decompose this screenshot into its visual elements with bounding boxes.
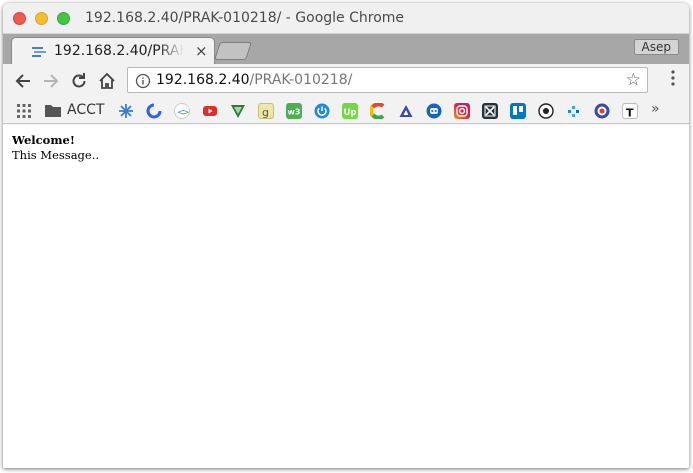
tab-close-icon[interactable]: ×: [195, 42, 208, 60]
instagram-icon[interactable]: [454, 103, 470, 119]
window-title: 192.168.2.40/PRAK-010218/ - Google Chrom…: [85, 10, 405, 26]
svg-text:w3: w3: [288, 108, 301, 117]
reload-button[interactable]: [67, 69, 91, 93]
sync-icon[interactable]: [146, 103, 162, 119]
new-tab-button[interactable]: [214, 42, 252, 60]
chrome-dev-icon[interactable]: < >: [174, 103, 190, 119]
svg-text:Up: Up: [344, 108, 357, 118]
tab-title: 192.168.2.40/PRAK-010218/: [54, 43, 184, 59]
browser-window: 192.168.2.40/PRAK-010218/ - Google Chrom…: [3, 3, 689, 468]
g-letter-icon[interactable]: g: [258, 103, 274, 119]
forward-arrow-icon: [44, 74, 59, 88]
title-bar: 192.168.2.40/PRAK-010218/ - Google Chrom…: [3, 3, 689, 34]
chrome-menu-button[interactable]: [671, 70, 675, 90]
close-window-button[interactable]: [13, 12, 26, 25]
upwork-icon[interactable]: Up: [342, 103, 358, 119]
reload-icon: [72, 73, 86, 88]
back-button[interactable]: [11, 69, 35, 93]
home-icon: [99, 72, 115, 89]
back-arrow-icon: [15, 74, 30, 88]
tab-active[interactable]: 192.168.2.40/PRAK-010218/ ×: [11, 37, 215, 64]
triangle-icon[interactable]: [398, 103, 414, 119]
maximize-window-button[interactable]: [57, 12, 70, 25]
seal-icon[interactable]: [594, 103, 610, 119]
youtube-icon[interactable]: [202, 103, 218, 119]
bookmarks-overflow-icon[interactable]: »: [651, 101, 660, 117]
svg-text:>: >: [182, 108, 190, 118]
page-message: This Message..: [12, 148, 100, 162]
url-host: 192.168.2.40: [156, 72, 250, 88]
vuetify-icon[interactable]: [230, 103, 246, 119]
robot-icon[interactable]: [426, 103, 442, 119]
home-button[interactable]: [95, 69, 119, 93]
t-letter-icon[interactable]: T: [622, 103, 638, 120]
info-icon[interactable]: [135, 73, 151, 89]
tab-strip: 192.168.2.40/PRAK-010218/ × Asep: [3, 34, 689, 64]
folder-icon[interactable]: [45, 104, 61, 117]
page-content: Welcome! This Message..: [3, 125, 689, 468]
bookmarks-bar: ACCT < > g w3 Up T »: [3, 97, 689, 124]
toolbar: 192.168.2.40/PRAK-010218/ ☆: [3, 64, 689, 97]
apps-grid-icon[interactable]: [17, 104, 31, 118]
x-box-icon[interactable]: [482, 103, 498, 119]
svg-text:T: T: [626, 107, 634, 120]
network-favicon-icon: [32, 47, 46, 57]
kebab-menu-icon: [671, 70, 675, 86]
address-bar[interactable]: 192.168.2.40/PRAK-010218/ ☆: [127, 67, 648, 93]
trello-icon[interactable]: [510, 103, 526, 119]
minimize-window-button[interactable]: [35, 12, 48, 25]
sparkle-icon[interactable]: [118, 103, 134, 119]
forward-button[interactable]: [39, 69, 63, 93]
colorful-c-icon[interactable]: [369, 102, 386, 120]
record-icon[interactable]: [538, 103, 554, 119]
url-text[interactable]: 192.168.2.40/PRAK-010218/: [156, 72, 352, 88]
blocks-icon[interactable]: [566, 103, 582, 119]
w3-icon[interactable]: w3: [286, 103, 302, 119]
profile-button[interactable]: Asep: [633, 39, 679, 55]
bookmark-star-icon[interactable]: ☆: [626, 70, 641, 90]
page-heading: Welcome!: [12, 133, 75, 147]
url-path: /PRAK-010218/: [249, 72, 353, 88]
svg-text:g: g: [262, 106, 269, 119]
bookmark-folder-acct[interactable]: ACCT: [67, 102, 104, 118]
power-icon[interactable]: [314, 103, 330, 119]
